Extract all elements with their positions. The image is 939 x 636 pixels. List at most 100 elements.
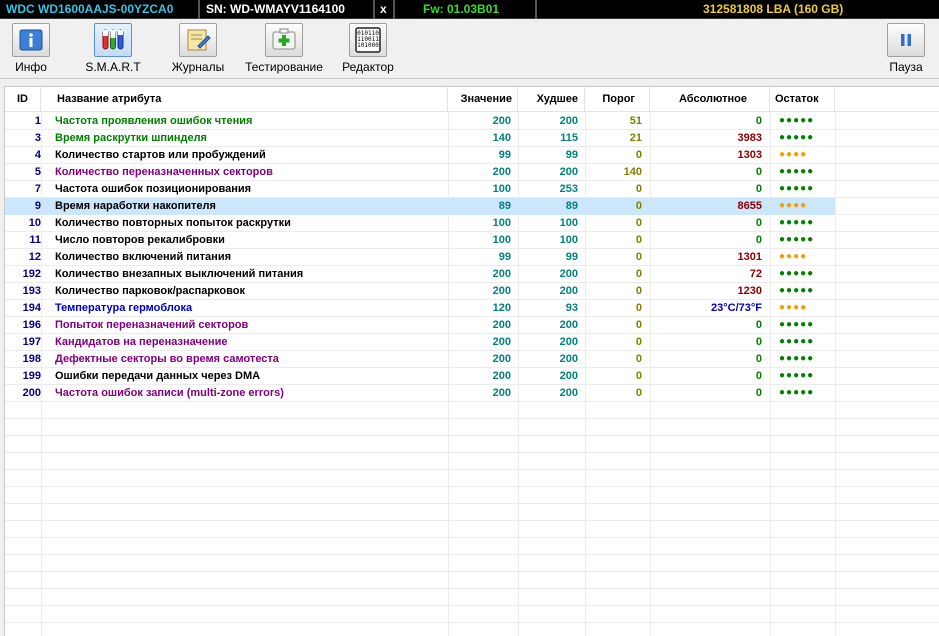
attribute-threshold: 0 [635, 217, 642, 229]
drive-info-bar: WDC WD1600AAJS-00YZCA0 SN: WD-WMAYV11641… [0, 0, 939, 19]
table-row[interactable]: 4 Количество стартов или пробуждений 99 99 0… [5, 147, 835, 164]
attribute-threshold: 51 [629, 115, 642, 127]
attribute-worst: 200 [559, 268, 578, 280]
logs-button[interactable]: Журналы [170, 23, 226, 77]
attribute-value: 200 [492, 166, 511, 178]
info-icon [12, 23, 50, 57]
attribute-raw: 0 [755, 115, 762, 127]
attribute-remaining-indicator: ●●●●● [779, 166, 815, 177]
drive-serial: SN: WD-WMAYV1164100 [200, 0, 375, 19]
attribute-remaining-indicator: ●●●● [779, 149, 808, 160]
attribute-raw: 1230 [737, 285, 762, 297]
attribute-remaining-indicator: ●●●● [779, 200, 808, 211]
attribute-raw: 0 [755, 183, 762, 195]
attribute-value: 200 [492, 285, 511, 297]
attribute-worst: 115 [560, 132, 578, 144]
attribute-remaining-indicator: ●●●● [779, 251, 808, 262]
row-gridline [5, 419, 939, 436]
attribute-name: Частота ошибок позиционирования [55, 183, 252, 195]
attribute-worst: 100 [559, 217, 578, 229]
row-gridline [5, 521, 939, 538]
table-row[interactable]: 196 Попыток переназначений секторов 200 200… [5, 317, 835, 334]
attribute-id: 199 [22, 370, 41, 382]
attribute-remaining-indicator: ●●●● [779, 302, 808, 313]
table-row[interactable]: 3 Время раскрутки шпинделя 140 115 21 3983 ●●●… [5, 130, 835, 147]
attribute-value: 200 [492, 387, 511, 399]
attribute-remaining-indicator: ●●●●● [779, 285, 815, 296]
attribute-name: Кандидатов на переназначение [55, 336, 228, 348]
table-row[interactable]: 12 Количество включений питания 99 99 0 1301 ●… [5, 249, 835, 266]
attribute-value: 200 [492, 115, 511, 127]
table-row[interactable]: 9 Время наработки накопителя 89 89 0 8655 ●●●● [5, 198, 835, 215]
attribute-threshold: 0 [635, 200, 642, 212]
header-threshold[interactable]: Порог [585, 87, 650, 112]
row-gridline [5, 538, 939, 555]
attribute-raw: 0 [755, 336, 762, 348]
table-row[interactable]: 5 Количество переназначенных секторов 200 2… [5, 164, 835, 181]
attribute-worst: 200 [559, 319, 578, 331]
table-row[interactable]: 7 Частота ошибок позиционирования 100 253 0 0… [5, 181, 835, 198]
table-row[interactable]: 11 Число повторов рекалибровки 100 100 0 0 ●●●… [5, 232, 835, 249]
attribute-name: Количество парковок/распарковок [55, 285, 245, 297]
attribute-name: Попыток переназначений секторов [55, 319, 249, 331]
table-row[interactable]: 193 Количество парковок/распарковок 200 200… [5, 283, 835, 300]
attribute-name: Число повторов рекалибровки [55, 234, 225, 246]
table-row[interactable]: 1 Частота проявления ошибок чтения 200 200 5… [5, 113, 835, 130]
header-worst[interactable]: Худшее [518, 87, 585, 112]
attribute-worst: 93 [565, 302, 578, 314]
pause-button[interactable]: Пауза [884, 23, 928, 77]
attribute-remaining-indicator: ●●●●● [779, 353, 815, 364]
table-header: ID Название атрибута Значение Худшее Пор… [5, 87, 939, 112]
table-row[interactable]: 198 Дефектные секторы во время самотеста 2… [5, 351, 835, 368]
attribute-name: Время наработки накопителя [55, 200, 216, 212]
attribute-raw: 1301 [737, 251, 762, 263]
attribute-threshold: 140 [623, 166, 642, 178]
attribute-threshold: 0 [635, 268, 642, 280]
row-gridline [5, 572, 939, 589]
info-button-label: Инфо [15, 60, 47, 74]
attribute-remaining-indicator: ●●●●● [779, 319, 815, 330]
attribute-id: 5 [34, 166, 41, 178]
attribute-value: 120 [492, 302, 511, 314]
attribute-raw: 0 [755, 217, 762, 229]
header-raw[interactable]: Абсолютное [650, 87, 770, 112]
attribute-worst: 99 [565, 251, 578, 263]
close-drive-button[interactable]: x [375, 0, 395, 19]
editor-button[interactable]: 010110 110011 101000 Редактор [338, 23, 398, 77]
attribute-id: 11 [29, 234, 41, 246]
header-remaining[interactable]: Остаток [770, 87, 835, 112]
attribute-threshold: 21 [629, 132, 642, 144]
smart-attributes-table[interactable]: ID Название атрибута Значение Худшее Пор… [4, 86, 939, 636]
row-gridline [5, 504, 939, 521]
table-row[interactable]: 197 Кандидатов на переназначение 200 200 0 0 ●… [5, 334, 835, 351]
testing-button[interactable]: Тестирование [243, 23, 325, 77]
header-filler [835, 87, 939, 112]
info-button[interactable]: Инфо [8, 23, 54, 77]
row-gridline [5, 436, 939, 453]
smart-button[interactable]: S.M.A.R.T [84, 23, 142, 77]
svg-text:101000: 101000 [357, 42, 379, 49]
attribute-raw: 8655 [737, 200, 762, 212]
table-row[interactable]: 200 Частота ошибок записи (multi-zone err… [5, 385, 835, 402]
attribute-value: 89 [498, 200, 511, 212]
binary-editor-icon: 010110 110011 101000 [349, 23, 387, 57]
table-row[interactable]: 192 Количество внезапных выключений питан… [5, 266, 835, 283]
attribute-name: Количество стартов или пробуждений [55, 149, 266, 161]
attribute-worst: 253 [559, 183, 578, 195]
table-row[interactable]: 194 Температура гермоблока 120 93 0 23°C/73°F… [5, 300, 835, 317]
attribute-name: Температура гермоблока [55, 302, 193, 314]
attribute-threshold: 0 [635, 183, 642, 195]
attribute-worst: 89 [565, 200, 578, 212]
attribute-id: 200 [22, 387, 41, 399]
header-id[interactable]: ID [5, 87, 41, 112]
row-gridline [5, 555, 939, 572]
table-row[interactable]: 199 Ошибки передачи данных через DMA 200 20… [5, 368, 835, 385]
first-aid-icon [265, 23, 303, 57]
header-value[interactable]: Значение [448, 87, 518, 112]
attribute-raw: 23°C/73°F [711, 302, 762, 314]
attribute-value: 200 [492, 353, 511, 365]
table-row[interactable]: 10 Количество повторных попыток раскрутки… [5, 215, 835, 232]
header-name[interactable]: Название атрибута [41, 87, 448, 112]
attribute-raw: 0 [755, 319, 762, 331]
attribute-remaining-indicator: ●●●●● [779, 234, 815, 245]
